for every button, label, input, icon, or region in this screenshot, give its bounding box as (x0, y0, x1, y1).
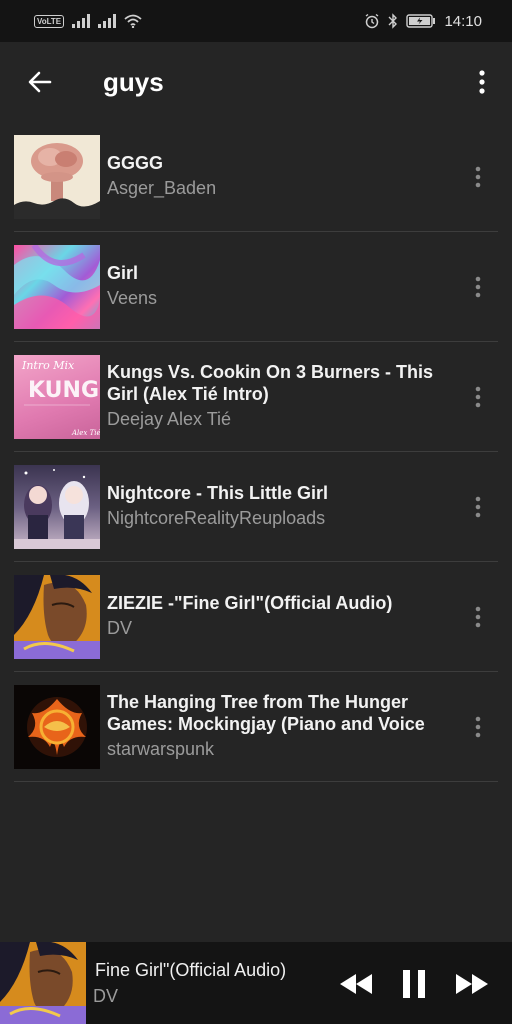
pause-button[interactable] (394, 966, 434, 1002)
album-art-kungs: Intro Mix KUNGS Alex Tié (14, 354, 100, 439)
track-title: Kungs Vs. Cookin On 3 Burners - This Gir… (107, 362, 434, 404)
track-row[interactable]: The Hanging Tree from The Hunger Games: … (14, 672, 498, 782)
track-row[interactable]: Intro Mix KUNGS Alex Tié Kungs Vs. Cooki… (14, 342, 498, 452)
battery-icon (406, 14, 436, 28)
track-title: Girl (107, 263, 139, 283)
track-list: GGGG Asger_Baden Girl Veens Intro Mix KU… (14, 122, 498, 782)
app-bar: guys (0, 42, 512, 122)
more-vertical-icon (475, 496, 481, 517)
track-artist: Veens (107, 288, 158, 308)
track-menu-button[interactable] (468, 562, 488, 671)
now-playing-album-art (0, 942, 86, 1024)
status-left: VoLTE (34, 14, 142, 28)
track-title: ZIEZIE -"Fine Girl"(Official Audio) (107, 593, 393, 613)
track-artist: Deejay Alex Tié (107, 409, 232, 429)
alarm-icon (366, 13, 379, 29)
mini-player[interactable]: Fine Girl"(Official Audio) DV (0, 942, 512, 1024)
more-vertical-icon (475, 606, 481, 627)
app-screen: VoLTE 14:10 guys GGGG Asger_Baden Girl V… (0, 0, 512, 1024)
more-vertical-icon (475, 716, 481, 737)
status-bar: VoLTE 14:10 (0, 0, 512, 42)
clock: 14:10 (444, 12, 482, 30)
track-info: Nightcore - This Little Girl NightcoreRe… (107, 482, 447, 531)
track-artist: NightcoreRealityReuploads (107, 508, 326, 528)
track-menu-button[interactable] (468, 232, 488, 341)
track-row[interactable]: Girl Veens (14, 232, 498, 342)
arrow-left-icon (28, 71, 52, 93)
volte-badge: VoLTE (34, 14, 65, 28)
track-title: The Hanging Tree from The Hunger Games: … (107, 692, 425, 734)
track-artist: Asger_Baden (107, 178, 217, 198)
track-title: Nightcore - This Little Girl (107, 483, 329, 503)
more-options-button[interactable] (470, 64, 494, 100)
signal-icon (72, 14, 91, 28)
pause-icon (403, 970, 425, 998)
track-menu-button[interactable] (468, 452, 488, 561)
track-artist: DV (107, 618, 133, 638)
album-art-mockingjay (14, 684, 100, 769)
track-title: GGGG (107, 153, 164, 173)
rewind-icon (340, 974, 372, 994)
signal-icon (98, 14, 117, 28)
fast-forward-icon (456, 974, 488, 994)
back-button[interactable] (22, 64, 58, 100)
more-vertical-icon (475, 386, 481, 407)
track-menu-button[interactable] (468, 122, 488, 231)
track-row[interactable]: Nightcore - This Little Girl NightcoreRe… (14, 452, 498, 562)
more-vertical-icon (479, 70, 485, 94)
thumb-credit-text: Alex Tié (71, 429, 100, 437)
track-info: The Hanging Tree from The Hunger Games: … (107, 691, 447, 762)
album-art-fine-girl (14, 574, 100, 659)
track-menu-button[interactable] (468, 342, 488, 451)
track-info: GGGG Asger_Baden (107, 152, 447, 201)
track-menu-button[interactable] (468, 672, 488, 781)
album-art-colorful-abstract (14, 244, 100, 329)
track-info: Girl Veens (107, 262, 447, 311)
page-title: guys (103, 67, 164, 97)
track-artist: starwarspunk (107, 739, 215, 759)
track-info: ZIEZIE -"Fine Girl"(Official Audio) DV (107, 592, 447, 641)
rewind-button[interactable] (336, 966, 376, 1002)
more-vertical-icon (475, 276, 481, 297)
status-right: 14:10 (364, 13, 482, 30)
thumb-intro-mix-text: Intro Mix (21, 359, 75, 372)
wifi-icon (124, 14, 142, 28)
track-row[interactable]: GGGG Asger_Baden (14, 122, 498, 232)
fast-forward-button[interactable] (452, 966, 492, 1002)
bluetooth-icon (388, 13, 398, 29)
track-info: Kungs Vs. Cookin On 3 Burners - This Gir… (107, 361, 447, 432)
album-art-anime-girls (14, 464, 100, 549)
album-art-mushroom-cloud (14, 134, 100, 219)
track-row[interactable]: ZIEZIE -"Fine Girl"(Official Audio) DV (14, 562, 498, 672)
more-vertical-icon (475, 166, 481, 187)
thumb-kungs-logo: KUNGS (28, 378, 100, 403)
now-playing-title: Fine Girl"(Official Audio) (95, 960, 287, 980)
now-playing-artist: DV (93, 986, 119, 1006)
